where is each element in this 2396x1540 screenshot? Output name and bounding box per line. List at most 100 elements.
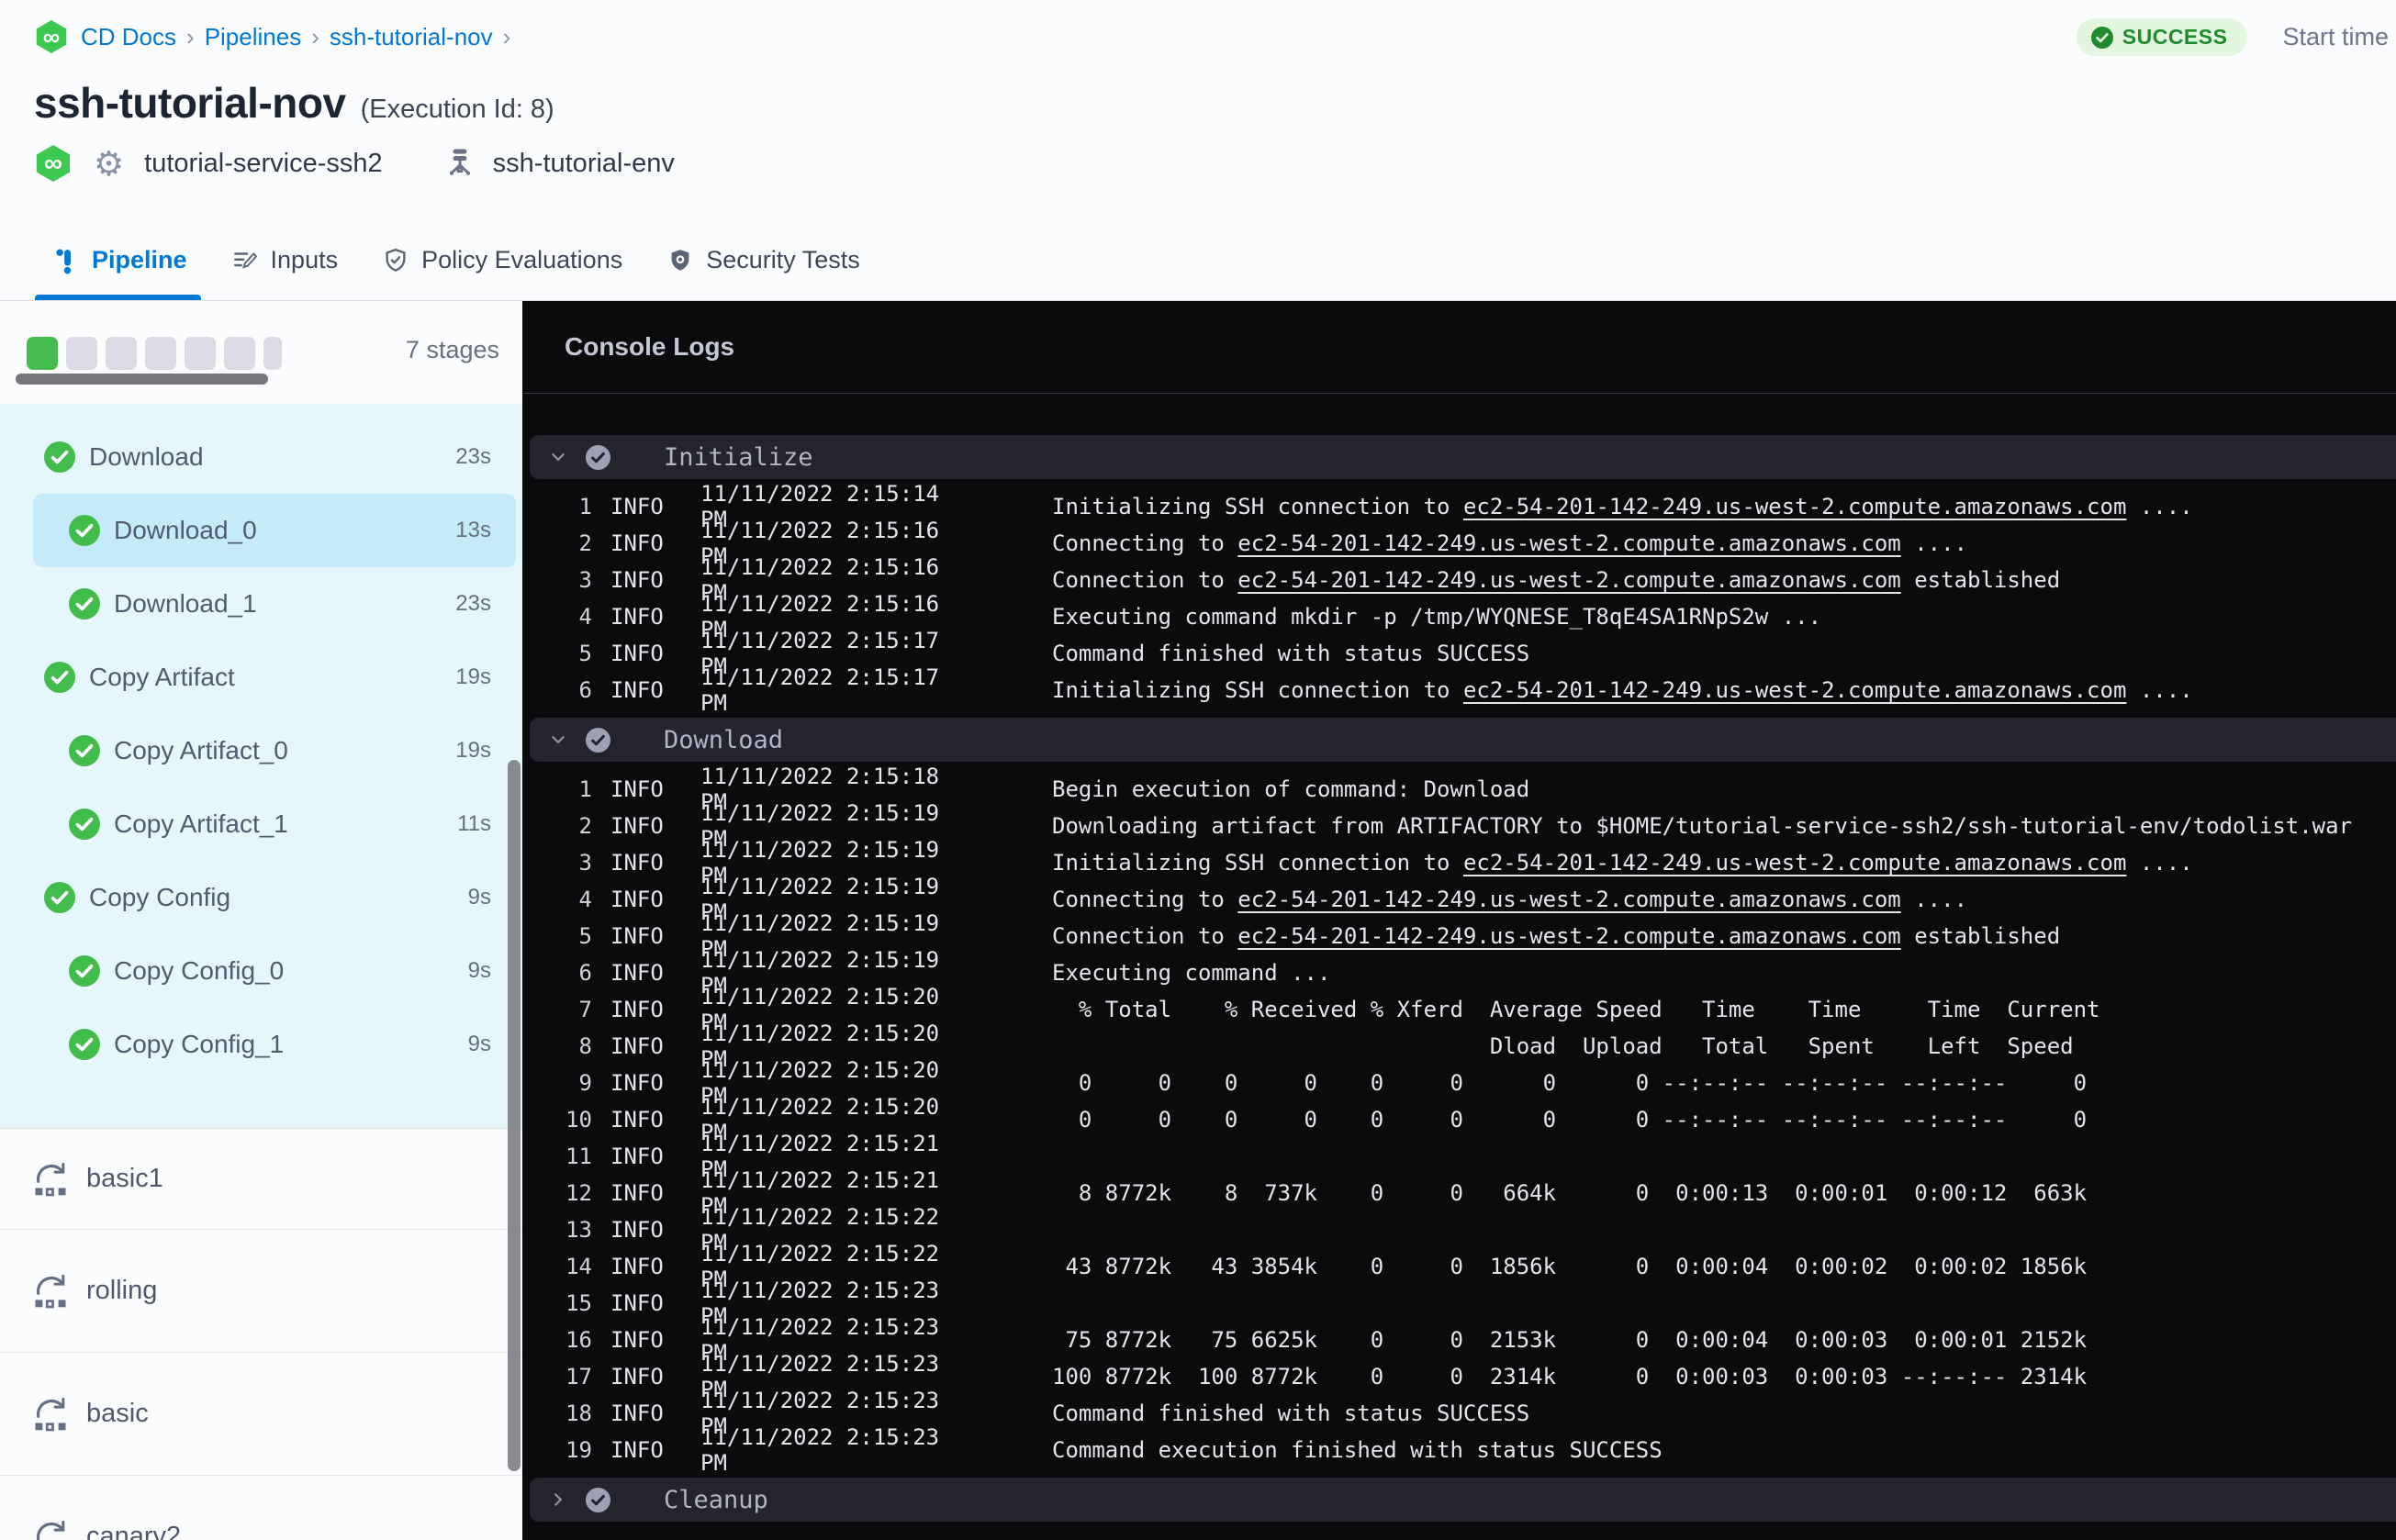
stage-duration: 9s <box>467 1032 491 1056</box>
breadcrumb-item[interactable]: ssh-tutorial-nov <box>330 23 493 51</box>
stage-label: Download <box>89 442 204 471</box>
stage-row-copy-config[interactable]: Copy Config 9s <box>33 861 516 934</box>
stage-label: Copy Config_0 <box>114 956 285 985</box>
environment-name[interactable]: ssh-tutorial-env <box>493 149 675 179</box>
stage-label: basic <box>86 1399 149 1428</box>
harness-logo-icon: ∞ <box>36 20 67 53</box>
log-line-number: 3 <box>578 567 592 593</box>
pipeline-execution-page: ∞ CD Docs › Pipelines › ssh-tutorial-nov › SU… <box>0 0 2396 1540</box>
check-circle-icon <box>69 955 100 987</box>
log-message: Begin execution of command: Download <box>1052 776 1530 802</box>
console-header: Console Logs <box>522 301 2396 394</box>
log-line-number: 1 <box>578 776 592 802</box>
log-section-header-cleanup[interactable]: Cleanup <box>530 1478 2396 1522</box>
sidebar-item-basic1[interactable]: basic1 <box>0 1129 522 1230</box>
log-level: INFO <box>610 567 664 593</box>
progress-square <box>66 337 97 370</box>
log-line-number: 9 <box>578 1070 592 1096</box>
chevron-right-icon[interactable] <box>550 1491 566 1508</box>
stage-count: 7 stages <box>405 336 499 363</box>
log-level: INFO <box>610 677 664 703</box>
section-title: Initialize <box>664 442 813 472</box>
section-title: Cleanup <box>664 1485 768 1514</box>
log-message: 0 0 0 0 0 0 0 0 --:--:-- --:--:-- --:--:… <box>1052 1107 2088 1133</box>
log-line-number: 19 <box>565 1437 592 1463</box>
log-level: INFO <box>610 1327 664 1353</box>
breadcrumb-item[interactable]: CD Docs <box>81 23 176 51</box>
log-section-header-initialize[interactable]: Initialize <box>530 435 2396 479</box>
log-line-number: 5 <box>578 641 592 666</box>
stage-row-download_0[interactable]: Download_0 13s <box>33 494 516 567</box>
log-message: 0 0 0 0 0 0 0 0 --:--:-- --:--:-- --:--:… <box>1052 1070 2088 1096</box>
tab-inputs[interactable]: Inputs <box>231 220 339 300</box>
log-timestamp: 11/11/2022 2:15:23 PM <box>700 1424 940 1476</box>
sidebar-item-canary2[interactable]: canary2 <box>0 1476 522 1540</box>
stage-label: Copy Config <box>89 883 231 911</box>
log-link[interactable]: ec2-54-201-142-249.us-west-2.compute.ama… <box>1237 567 1900 593</box>
log-line-number: 1 <box>578 494 592 519</box>
log-line-number: 14 <box>565 1254 592 1279</box>
log-line-number: 11 <box>565 1144 592 1169</box>
title-row: ssh-tutorial-nov (Execution Id: 8) <box>34 78 554 128</box>
horizontal-scrollbar[interactable] <box>16 374 268 385</box>
log-line-number: 6 <box>578 960 592 986</box>
breadcrumb-separator: › <box>502 22 511 50</box>
log-link[interactable]: ec2-54-201-142-249.us-west-2.compute.ama… <box>1237 530 1900 556</box>
log-message: Command finished with status SUCCESS <box>1052 641 1530 666</box>
stage-row-download_1[interactable]: Download_1 23s <box>33 567 516 641</box>
stage-row-copy-artifact_0[interactable]: Copy Artifact_0 19s <box>33 714 516 787</box>
log-level: INFO <box>610 604 664 630</box>
tab-policy-evaluations[interactable]: Policy Evaluations <box>382 220 622 300</box>
tab-pipeline[interactable]: Pipeline <box>35 220 201 300</box>
chevron-down-icon[interactable] <box>550 449 566 465</box>
stage-row-download[interactable]: Download 23s <box>33 420 516 494</box>
log-level: INFO <box>610 1107 664 1133</box>
chevron-down-icon[interactable] <box>550 731 566 748</box>
log-level: INFO <box>610 923 664 949</box>
section-status-check-icon <box>586 1487 610 1512</box>
log-level: INFO <box>610 776 664 802</box>
check-circle-icon <box>69 588 100 619</box>
check-circle-icon <box>44 441 75 473</box>
stage-row-copy-artifact_1[interactable]: Copy Artifact_1 11s <box>33 787 516 861</box>
console-sections: Initialize 1 INFO 11/11/2022 2:15:14 PM Init… <box>522 435 2396 1522</box>
log-link[interactable]: ec2-54-201-142-249.us-west-2.compute.ama… <box>1463 494 2126 519</box>
sidebar-item-rolling[interactable]: rolling <box>0 1230 522 1353</box>
progress-square <box>27 337 58 370</box>
log-link[interactable]: ec2-54-201-142-249.us-west-2.compute.ama… <box>1463 850 2126 876</box>
log-link[interactable]: ec2-54-201-142-249.us-west-2.compute.ama… <box>1237 887 1900 912</box>
rolling-deploy-icon <box>30 1517 71 1540</box>
log-message: Initializing SSH connection to ec2-54-20… <box>1052 850 2193 876</box>
stage-row-copy-config_0[interactable]: Copy Config_0 9s <box>33 934 516 1008</box>
breadcrumb-separator: › <box>311 22 319 50</box>
pipeline-icon <box>52 247 80 274</box>
stage-label: Download_1 <box>114 589 257 618</box>
stage-list: Download 23s Download_0 13s Download_1 23s Cop… <box>0 404 522 1128</box>
stage-row-copy-config_1[interactable]: Copy Config_1 9s <box>33 1008 516 1081</box>
check-circle-icon <box>44 662 75 693</box>
log-link[interactable]: ec2-54-201-142-249.us-west-2.compute.ama… <box>1237 923 1900 949</box>
log-message: Executing command mkdir -p /tmp/WYQNESE_… <box>1052 604 1822 630</box>
tab-label: Inputs <box>270 246 339 273</box>
log-link[interactable]: ec2-54-201-142-249.us-west-2.compute.ama… <box>1463 677 2126 703</box>
rolling-deploy-icon <box>30 1394 71 1434</box>
service-name[interactable]: tutorial-service-ssh2 <box>144 149 382 179</box>
log-line: 6 INFO 11/11/2022 2:15:17 PM Initializing S… <box>522 664 2396 716</box>
stage-progress-minimap: 7 stages <box>0 301 522 404</box>
log-level: INFO <box>610 1290 664 1316</box>
tab-security-tests[interactable]: Security Tests <box>666 220 860 300</box>
log-level: INFO <box>610 641 664 666</box>
stage-row-copy-artifact[interactable]: Copy Artifact 19s <box>33 641 516 714</box>
vertical-scrollbar[interactable] <box>508 760 521 1471</box>
stage-duration: 23s <box>455 591 491 616</box>
log-section-header-download[interactable]: Download <box>530 718 2396 762</box>
tab-label: Policy Evaluations <box>421 246 623 273</box>
sidebar-item-basic[interactable]: basic <box>0 1353 522 1476</box>
breadcrumb-item[interactable]: Pipelines <box>205 23 302 51</box>
stage-label: Download_0 <box>114 516 257 544</box>
log-level: INFO <box>610 813 664 839</box>
stage-duration: 9s <box>467 885 491 909</box>
log-level: INFO <box>610 1401 664 1426</box>
log-message: 75 8772k 75 6625k 0 0 2153k 0 0:00:04 0:… <box>1052 1327 2088 1353</box>
log-level: INFO <box>610 1364 664 1389</box>
